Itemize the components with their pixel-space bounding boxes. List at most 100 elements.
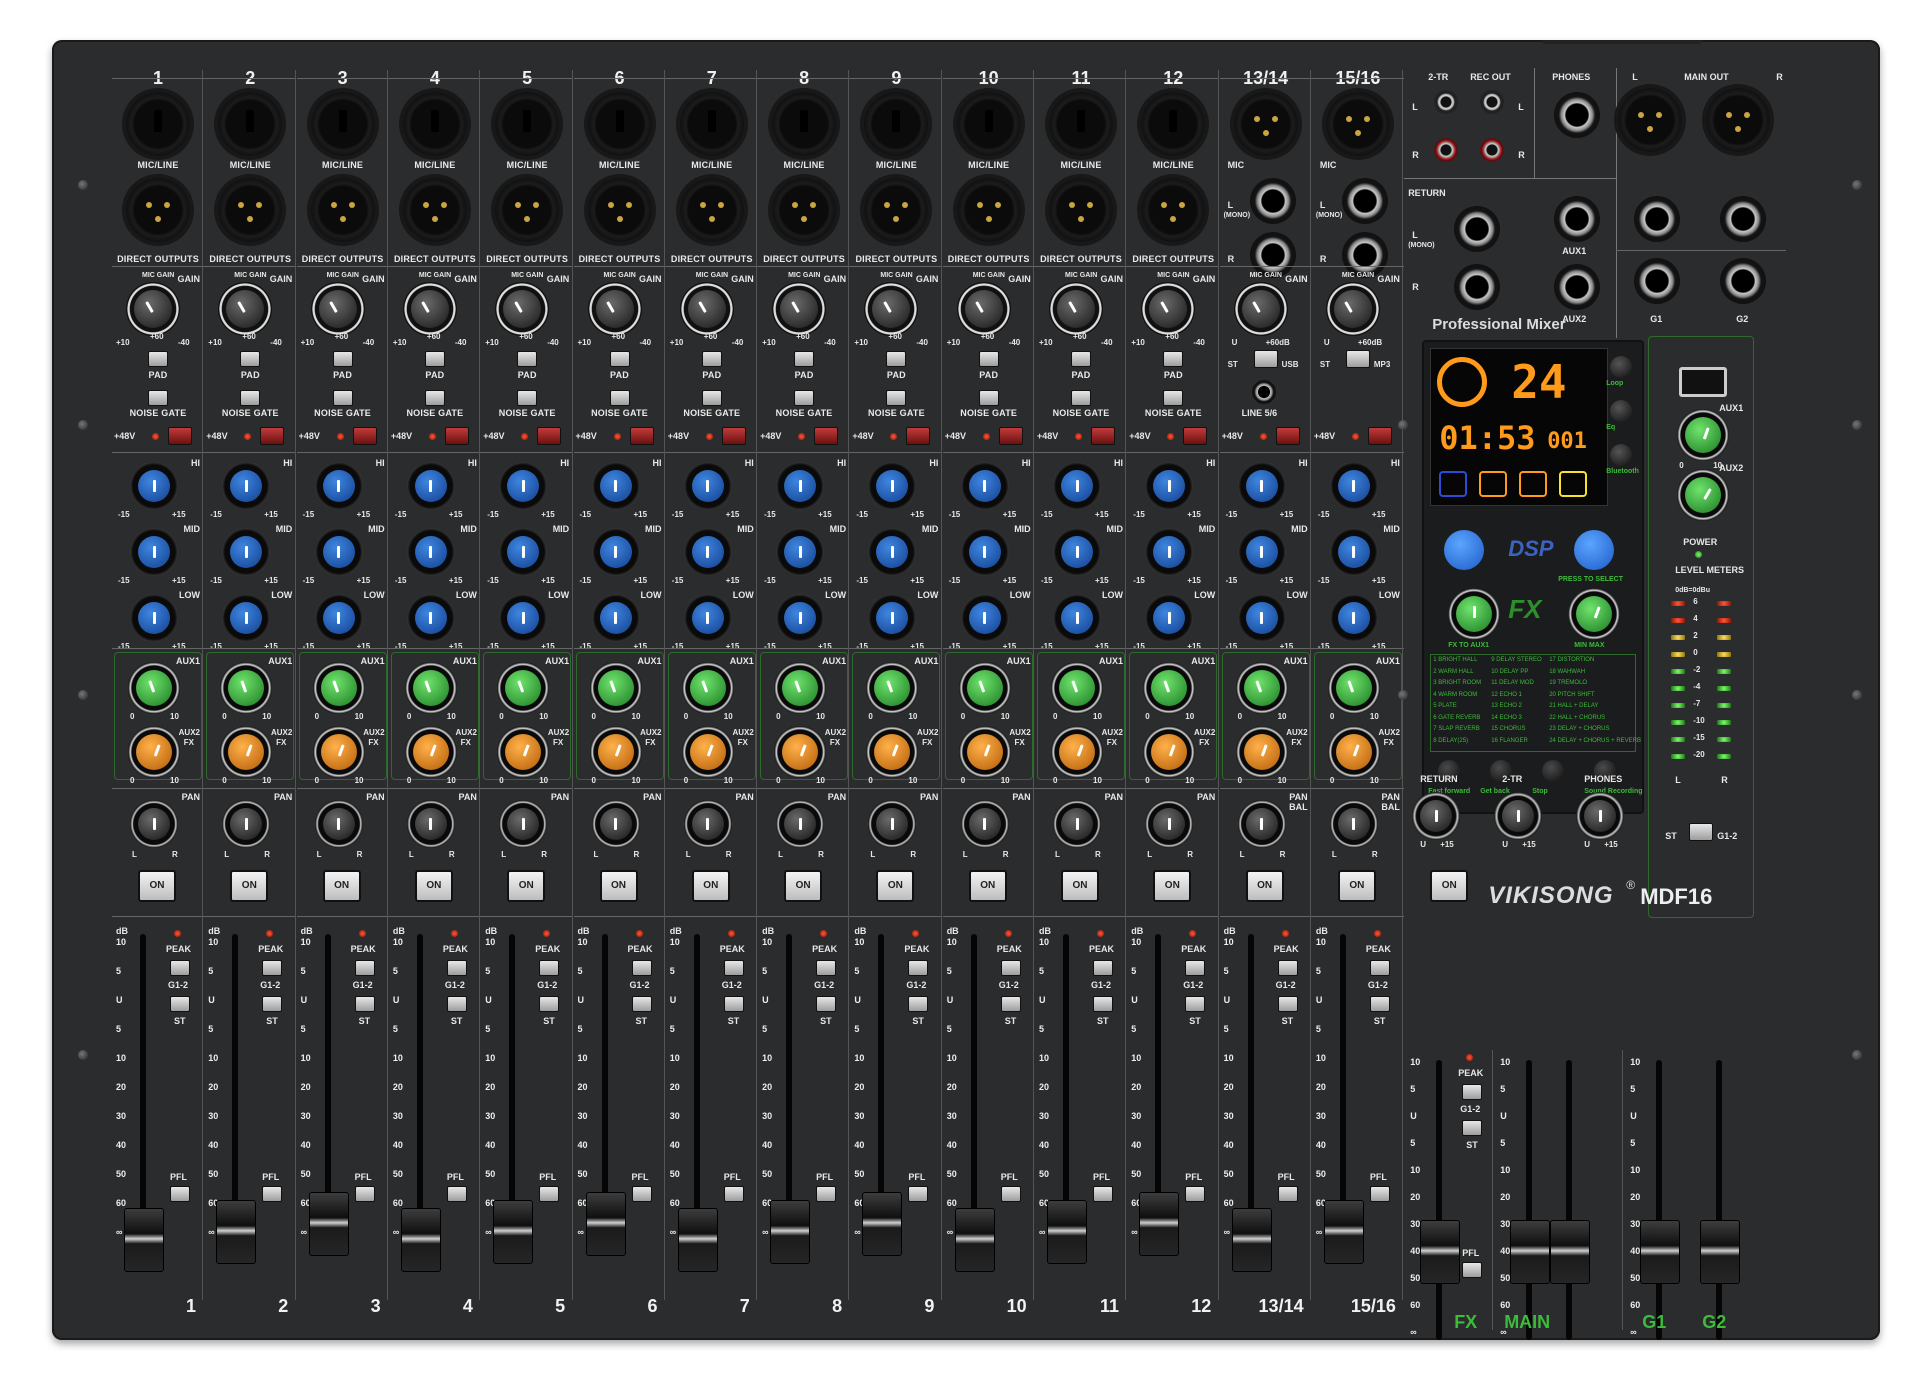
combo-input-jack[interactable] xyxy=(310,92,375,156)
gain-knob[interactable] xyxy=(495,282,550,336)
channel-fader[interactable] xyxy=(124,1208,164,1272)
direct-output-jack[interactable] xyxy=(956,178,1021,242)
mid-knob[interactable] xyxy=(1145,528,1194,576)
low-knob[interactable] xyxy=(314,594,363,642)
noise-gate-button[interactable] xyxy=(332,390,353,406)
low-knob[interactable] xyxy=(130,594,178,642)
aux2-fx-knob[interactable] xyxy=(589,726,642,778)
st-button[interactable] xyxy=(723,996,744,1012)
mid-knob[interactable] xyxy=(314,528,363,576)
two_tr-level-knob[interactable] xyxy=(1494,792,1543,840)
group-out-jack[interactable] xyxy=(1634,258,1681,304)
mic-input-jack[interactable] xyxy=(1233,92,1298,156)
st-button[interactable] xyxy=(1093,996,1113,1012)
pad-button[interactable] xyxy=(424,351,445,367)
aux1-knob[interactable] xyxy=(312,662,365,714)
gain-knob[interactable] xyxy=(772,282,827,336)
pfl-button[interactable] xyxy=(354,1186,375,1202)
channel-fader[interactable] xyxy=(585,1192,626,1256)
pfl-button[interactable] xyxy=(723,1186,744,1202)
g12-button[interactable] xyxy=(1000,960,1021,976)
st-g12-switch[interactable] xyxy=(1689,823,1714,841)
pfl-button[interactable] xyxy=(446,1186,467,1202)
phones-level-knob[interactable] xyxy=(1576,792,1625,840)
master-fader[interactable] xyxy=(1700,1220,1741,1284)
phantom-button[interactable] xyxy=(444,427,469,445)
st-button[interactable] xyxy=(170,996,190,1012)
noise-gate-button[interactable] xyxy=(517,390,538,406)
hi-knob[interactable] xyxy=(222,462,271,510)
gain-knob[interactable] xyxy=(1233,282,1288,336)
aux2-fx-knob[interactable] xyxy=(128,726,180,778)
aux2-fx-knob[interactable] xyxy=(312,726,365,778)
mid-knob[interactable] xyxy=(1053,528,1101,576)
pan-knob[interactable] xyxy=(868,800,917,848)
phantom-button[interactable] xyxy=(1275,427,1300,445)
mid-knob[interactable] xyxy=(406,528,455,576)
aux1-knob[interactable] xyxy=(681,662,734,714)
g12-button[interactable] xyxy=(1277,960,1298,976)
hi-knob[interactable] xyxy=(406,462,455,510)
return-level-knob[interactable] xyxy=(1412,792,1461,840)
pfl-button[interactable] xyxy=(1277,1186,1298,1202)
transport-button[interactable] xyxy=(1542,760,1565,782)
phantom-button[interactable] xyxy=(1183,427,1208,445)
hi-knob[interactable] xyxy=(1237,462,1286,510)
mid-knob[interactable] xyxy=(499,528,548,576)
st-button[interactable] xyxy=(354,996,375,1012)
phantom-button[interactable] xyxy=(814,427,839,445)
direct-output-jack[interactable] xyxy=(218,178,283,242)
noise-gate-button[interactable] xyxy=(609,390,630,406)
channel-on-button[interactable]: ON xyxy=(322,870,361,902)
phantom-button[interactable] xyxy=(906,427,931,445)
g12-button[interactable] xyxy=(262,960,283,976)
phantom-button[interactable] xyxy=(721,427,746,445)
pfl-button[interactable] xyxy=(908,1186,929,1202)
gain-knob[interactable] xyxy=(126,282,180,336)
pan-knob[interactable] xyxy=(1053,800,1101,848)
hi-knob[interactable] xyxy=(314,462,363,510)
direct-output-jack[interactable] xyxy=(495,178,560,242)
pfl-button[interactable] xyxy=(1185,1186,1206,1202)
master-fader[interactable] xyxy=(1640,1220,1681,1284)
pan-knob[interactable] xyxy=(1329,800,1378,848)
hi-knob[interactable] xyxy=(1145,462,1194,510)
hi-knob[interactable] xyxy=(868,462,917,510)
g12-button[interactable] xyxy=(539,960,560,976)
noise-gate-button[interactable] xyxy=(978,390,999,406)
mid-knob[interactable] xyxy=(130,528,178,576)
combo-input-jack[interactable] xyxy=(402,92,467,156)
aux1-knob[interactable] xyxy=(589,662,642,714)
channel-fader[interactable] xyxy=(400,1208,441,1272)
low-knob[interactable] xyxy=(1237,594,1286,642)
hi-knob[interactable] xyxy=(591,462,640,510)
hi-knob[interactable] xyxy=(776,462,825,510)
pad-button[interactable] xyxy=(1163,351,1184,367)
pan-knob[interactable] xyxy=(222,800,271,848)
direct-output-jack[interactable] xyxy=(310,178,375,242)
noise-gate-button[interactable] xyxy=(1163,390,1184,406)
aux1-knob[interactable] xyxy=(220,662,273,714)
channel-on-button[interactable]: ON xyxy=(230,870,269,902)
low-knob[interactable] xyxy=(1329,594,1378,642)
channel-fader[interactable] xyxy=(1231,1208,1272,1272)
aux2-fx-knob[interactable] xyxy=(681,726,734,778)
pad-button[interactable] xyxy=(517,351,538,367)
aux1-knob[interactable] xyxy=(958,662,1011,714)
g12-button[interactable] xyxy=(1185,960,1206,976)
direct-output-jack[interactable] xyxy=(772,178,837,242)
pad-button[interactable] xyxy=(1071,351,1091,367)
pan-knob[interactable] xyxy=(591,800,640,848)
hi-knob[interactable] xyxy=(1053,462,1101,510)
direct-output-jack[interactable] xyxy=(402,178,467,242)
pfl-button[interactable] xyxy=(539,1186,560,1202)
g12-button[interactable] xyxy=(446,960,467,976)
main-out-jack[interactable] xyxy=(1706,88,1771,152)
gain-knob[interactable] xyxy=(1325,282,1380,336)
pad-button[interactable] xyxy=(701,351,722,367)
low-knob[interactable] xyxy=(591,594,640,642)
line-input-l-jack[interactable] xyxy=(1341,178,1388,224)
pfl-button[interactable] xyxy=(170,1186,190,1202)
phantom-button[interactable] xyxy=(352,427,377,445)
channel-on-button[interactable]: ON xyxy=(507,870,546,902)
